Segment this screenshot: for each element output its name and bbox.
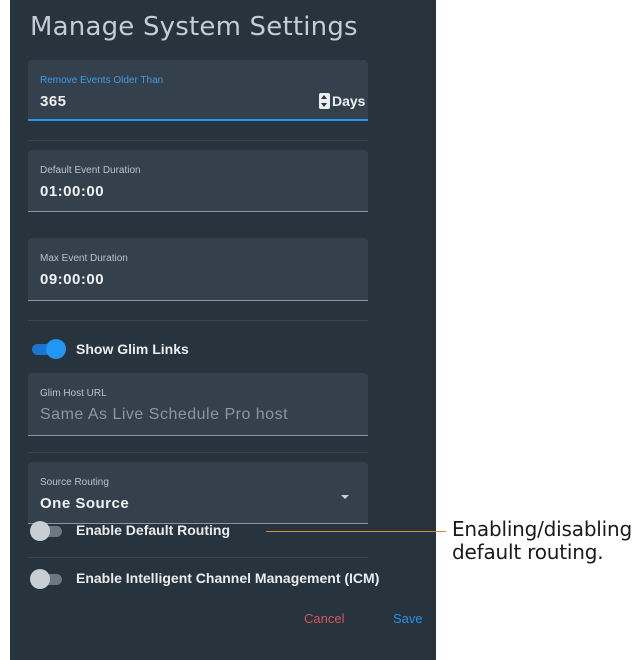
glim-host-label: Glim Host URL bbox=[40, 388, 107, 399]
chevron-down-icon[interactable] bbox=[341, 495, 349, 499]
days-unit-label: Days bbox=[332, 93, 366, 109]
divider bbox=[28, 140, 368, 141]
dialog-title: Manage System Settings bbox=[30, 12, 358, 42]
toggle-knob bbox=[46, 339, 66, 359]
default-duration-field[interactable]: Default Event Duration 01:00:00 bbox=[28, 150, 368, 212]
icm-toggle[interactable] bbox=[30, 569, 66, 589]
remove-events-label: Remove Events Older Than bbox=[40, 75, 164, 86]
save-button[interactable]: Save bbox=[393, 611, 423, 626]
days-stepper-icon[interactable] bbox=[319, 93, 330, 109]
glim-links-label: Show Glim Links bbox=[76, 341, 189, 357]
toggle-knob bbox=[30, 521, 50, 541]
glim-links-toggle[interactable] bbox=[30, 339, 66, 359]
glim-host-input[interactable]: Same As Live Schedule Pro host bbox=[40, 406, 288, 424]
callout-annotation: Enabling/disabling default routing. bbox=[452, 518, 632, 564]
source-routing-select[interactable]: Source Routing One Source bbox=[28, 462, 368, 524]
default-duration-label: Default Event Duration bbox=[40, 165, 141, 176]
glim-host-field[interactable]: Glim Host URL Same As Live Schedule Pro … bbox=[28, 373, 368, 436]
divider bbox=[28, 452, 368, 453]
divider bbox=[28, 557, 368, 558]
max-duration-field[interactable]: Max Event Duration 09:00:00 bbox=[28, 238, 368, 301]
callout-line-2: default routing. bbox=[452, 540, 604, 564]
settings-dialog: Manage System Settings Remove Events Old… bbox=[10, 0, 436, 660]
callout-line-1: Enabling/disabling bbox=[452, 517, 632, 541]
cancel-button[interactable]: Cancel bbox=[304, 611, 344, 626]
source-routing-label: Source Routing bbox=[40, 477, 109, 488]
divider bbox=[28, 320, 368, 321]
icm-label: Enable Intelligent Channel Management (I… bbox=[76, 570, 380, 586]
default-duration-input[interactable]: 01:00:00 bbox=[40, 183, 104, 200]
toggle-knob bbox=[30, 569, 50, 589]
source-routing-value[interactable]: One Source bbox=[40, 495, 129, 512]
default-routing-label: Enable Default Routing bbox=[76, 522, 230, 538]
max-duration-label: Max Event Duration bbox=[40, 253, 128, 264]
remove-events-field[interactable]: Remove Events Older Than 365 Days bbox=[28, 60, 368, 121]
remove-events-input[interactable]: 365 bbox=[40, 93, 67, 110]
max-duration-input[interactable]: 09:00:00 bbox=[40, 271, 104, 288]
default-routing-toggle[interactable] bbox=[30, 521, 66, 541]
callout-leader-line bbox=[266, 531, 446, 532]
